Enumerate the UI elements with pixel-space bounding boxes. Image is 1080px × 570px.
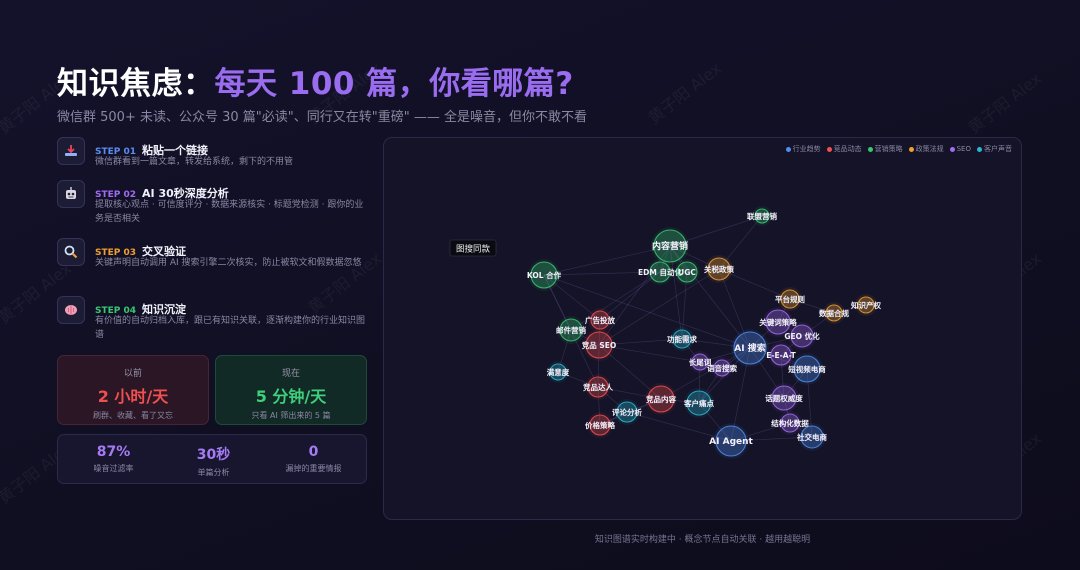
- step-3: STEP 03 交叉验证 关键声明自动调用 AI 搜索引擎二次核实，防止被软文和假…: [57, 238, 367, 286]
- step-2: STEP 02 AI 30秒深度分析 提取核心观点 · 可信度评分 · 数据来源核…: [57, 180, 367, 228]
- download-tray-icon: [57, 137, 85, 165]
- graph-node-youjian[interactable]: 邮件营销: [556, 316, 586, 344]
- node-label: 广告投放: [585, 315, 615, 325]
- node-label: 内容营销: [652, 240, 688, 252]
- node-label: 语音搜索: [707, 363, 737, 373]
- stat-value: 87%: [96, 444, 131, 460]
- node-label: 平台规则: [775, 294, 805, 304]
- stat-label: 漏掉的重要情报: [285, 464, 342, 473]
- robot-icon: [57, 180, 85, 208]
- knowledge-graph-panel[interactable]: 行业趋势 竞品动态 营销策略 政策法规 SEO 客户声音 联盟营销 内容营销 EDM 自动化 U…: [383, 137, 1022, 520]
- graph-node-manyidu[interactable]: 满意度: [547, 361, 570, 383]
- node-label: 知识产权: [851, 300, 881, 310]
- node-label: 社交电商: [796, 432, 827, 442]
- stat-item: 0 漏掉的重要情报: [262, 444, 365, 474]
- before-card: 以前 2 小时/天 刷群、收藏、看了又忘: [57, 355, 209, 425]
- before-note: 刷群、收藏、看了又忘: [93, 411, 173, 420]
- node-label: 竞品 SEO: [581, 340, 617, 350]
- node-label: 话题权威度: [765, 393, 803, 403]
- step-description: 提取核心观点 · 可信度评分 · 数据来源核实 · 标题党检测 · 跟你的业务是…: [95, 200, 364, 224]
- graph-node-neirong[interactable]: 内容营销: [651, 227, 689, 265]
- stats-panel: 87% 噪音过滤率 30秒单篇分析 0 漏掉的重要情报: [57, 434, 367, 484]
- node-label: UGC: [678, 268, 696, 277]
- graph-node-lianmeng[interactable]: 联盟营销: [747, 206, 777, 226]
- graph-node-aisousuo[interactable]: AI 搜索: [731, 329, 769, 367]
- node-label: 数据合规: [819, 308, 849, 318]
- title-main: 知识焦虑：: [57, 66, 215, 102]
- node-label: 关键词策略: [759, 317, 797, 327]
- before-value: 2 小时/天: [97, 387, 169, 406]
- node-label: 功能需求: [667, 334, 697, 344]
- stat-value: 30秒: [196, 447, 231, 463]
- graph-node-aiagent[interactable]: AI Agent: [709, 423, 754, 459]
- node-label: 关税政策: [704, 264, 734, 274]
- graph-node-kehutongdian[interactable]: 客户痛点: [683, 388, 714, 418]
- step-description: 有价值的自动归档入库，跟已有知识关联，逐渐构建你的行业知识图谱: [95, 316, 366, 340]
- node-label: 竞品内容: [645, 394, 676, 404]
- graph-node-guanshui[interactable]: 关税政策: [704, 255, 734, 283]
- node-label: E-E-A-T: [766, 351, 796, 360]
- step-description: 关键声明自动调用 AI 搜索引擎二次核实，防止被软文和假数据忽悠: [95, 258, 362, 268]
- after-note: 只看 AI 筛出来的 5 篇: [251, 411, 331, 420]
- page-title: 知识焦虑：每天 100 篇，你看哪篇?: [57, 58, 574, 103]
- tooltip-text: 图搜同款: [456, 244, 491, 255]
- graph-nodes: 联盟营销内容营销EDM 自动化UGC 关税政策KOL 合作平台规则数据合规知识产权…: [527, 206, 881, 459]
- title-accent: 每天 100 篇，你看哪篇?: [214, 66, 574, 102]
- graph-node-zhishichanquan[interactable]: 知识产权: [851, 294, 881, 316]
- graph-node-huatiquanwei[interactable]: 话题权威度: [765, 383, 803, 413]
- node-label: 短视频电商: [788, 364, 826, 374]
- stat-value: 0: [308, 444, 319, 460]
- after-label: 现在: [281, 369, 300, 379]
- tooltip: 图搜同款: [449, 239, 497, 257]
- after-card: 现在 5 分钟/天 只看 AI 筛出来的 5 篇: [215, 355, 367, 425]
- brain-icon: [57, 296, 85, 324]
- stat-item: 87% 噪音过滤率: [62, 444, 165, 474]
- node-label: 竞品达人: [582, 382, 613, 392]
- node-label: 客户痛点: [683, 398, 714, 408]
- graph-node-jingpinseo[interactable]: 竞品 SEO: [581, 329, 617, 361]
- knowledge-graph[interactable]: 联盟营销内容营销EDM 自动化UGC 关税政策KOL 合作平台规则数据合规知识产权…: [384, 138, 1022, 520]
- stat-label: 噪音过滤率: [93, 464, 134, 473]
- node-label: KOL 合作: [527, 270, 562, 280]
- step-4: STEP 04 知识沉淀 有价值的自动归档入库，跟已有知识关联，逐渐构建你的行业知…: [57, 296, 367, 344]
- stat-label: 单篇分析: [197, 468, 230, 477]
- stat-item: 30秒单篇分析: [162, 444, 265, 478]
- graph-node-jingpinneirong[interactable]: 竞品内容: [645, 383, 677, 415]
- step-1: STEP 01 粘贴一个链接 微信群看到一篇文章，转发给系统，剩下的不用管: [57, 137, 367, 185]
- graph-node-kol[interactable]: KOL 合作: [527, 259, 562, 291]
- magnifier-icon: [57, 238, 85, 266]
- graph-node-ugc[interactable]: UGC: [674, 259, 700, 285]
- step-description: 微信群看到一篇文章，转发给系统，剩下的不用管: [95, 157, 294, 167]
- graph-node-jiage[interactable]: 价格策略: [585, 412, 615, 438]
- node-label: 价格策略: [585, 420, 615, 430]
- watermark: 黄子阳 Alex: [644, 58, 726, 128]
- watermark: 黄子阳 Alex: [964, 68, 1046, 138]
- node-label: GEO 优化: [784, 331, 820, 341]
- graph-footer: 知识图谱实时构建中 · 概念节点自动关联 · 越用越聪明: [594, 535, 811, 545]
- node-label: AI 搜索: [734, 342, 765, 354]
- node-label: 评论分析: [612, 407, 642, 417]
- node-label: 邮件营销: [556, 325, 586, 335]
- graph-node-gongneng[interactable]: 功能需求: [667, 327, 697, 351]
- before-label: 以前: [123, 369, 142, 379]
- node-label: AI Agent: [709, 437, 753, 447]
- after-value: 5 分钟/天: [255, 387, 327, 406]
- node-label: 满意度: [547, 367, 570, 377]
- page-subtitle: 微信群 500+ 未读、公众号 30 篇"必读"、同行又在转"重磅" —— 全是…: [57, 110, 587, 125]
- node-label: 联盟营销: [747, 211, 777, 221]
